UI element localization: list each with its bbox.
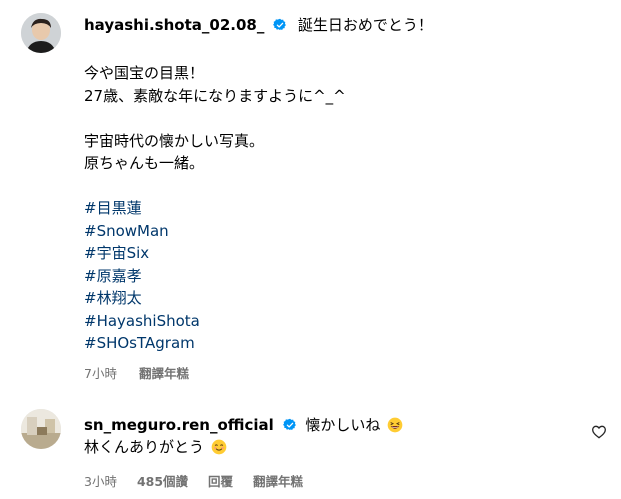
reply-button[interactable]: 回覆 xyxy=(208,474,233,489)
hashtag-link[interactable]: #HayashiShota xyxy=(84,310,604,333)
username-link[interactable]: hayashi.shota_02.08_ xyxy=(84,16,264,34)
comment-timestamp[interactable]: 3小時 xyxy=(84,474,117,489)
comment-likes-count[interactable]: 485個讚 xyxy=(137,474,188,489)
caption-line: 原ちゃんも一緒。 xyxy=(84,154,205,172)
avatar[interactable] xyxy=(21,13,61,53)
hashtag-list: #目黒蓮 #SnowMan #宇宙Six #原嘉孝 #林翔太 #HayashiS… xyxy=(84,197,604,355)
hashtag-link[interactable]: #SHOsTAgram xyxy=(84,332,604,355)
verified-badge-icon xyxy=(282,418,296,431)
caption-line: 宇宙時代の懐かしい写真。 xyxy=(84,131,265,150)
caption-paragraph: 今や国宝の目黒！ 27歳、素敵な年になりますように^_^ xyxy=(84,62,604,107)
caption-first-line: 誕生日おめでとう！ xyxy=(297,16,433,34)
post-caption: hayashi.shota_02.08_ 誕生日おめでとう！ 今や国宝の目黒！ … xyxy=(0,0,621,390)
hashtag-link[interactable]: #SnowMan xyxy=(84,220,604,243)
hashtag-link[interactable]: #宇宙Six xyxy=(84,242,604,265)
grinning-squinting-face-icon xyxy=(387,417,403,433)
caption-line: 今や国宝の目黒！ xyxy=(84,64,205,82)
post-meta: 7小時 翻譯年糕 xyxy=(84,363,604,382)
profile-photo-icon xyxy=(21,409,61,449)
avatar[interactable] xyxy=(21,409,61,449)
caption-body: 今や国宝の目黒！ 27歳、素敵な年になりますように^_^ 宇宙時代の懐かしい写真… xyxy=(84,62,604,355)
verified-badge-icon xyxy=(273,18,287,31)
hashtag-link[interactable]: #原嘉孝 xyxy=(84,265,604,288)
smiling-face-icon xyxy=(211,439,227,455)
caption-paragraph: 宇宙時代の懐かしい写真。 原ちゃんも一緒。 xyxy=(84,130,604,175)
comment-text: 林くんありがとう xyxy=(84,438,205,456)
hashtag-link[interactable]: #林翔太 xyxy=(84,287,604,310)
translate-button[interactable]: 翻譯年糕 xyxy=(139,366,189,381)
hashtag-link[interactable]: #目黒蓮 xyxy=(84,197,604,220)
comment-meta: 3小時 485個讚 回覆 翻譯年糕 xyxy=(84,471,319,490)
post-timestamp[interactable]: 7小時 xyxy=(84,366,117,381)
comment: sn_meguro.ren_official 懐かしいね 林くんありがとう xyxy=(84,414,584,458)
caption-line: 27歳、素敵な年になりますように^_^ xyxy=(84,86,346,105)
heart-icon[interactable] xyxy=(591,424,607,440)
comment-username-link[interactable]: sn_meguro.ren_official xyxy=(84,416,274,434)
translate-button[interactable]: 翻譯年糕 xyxy=(253,474,303,489)
profile-photo-icon xyxy=(21,13,61,53)
comment-text: 懐かしいね xyxy=(305,416,381,434)
